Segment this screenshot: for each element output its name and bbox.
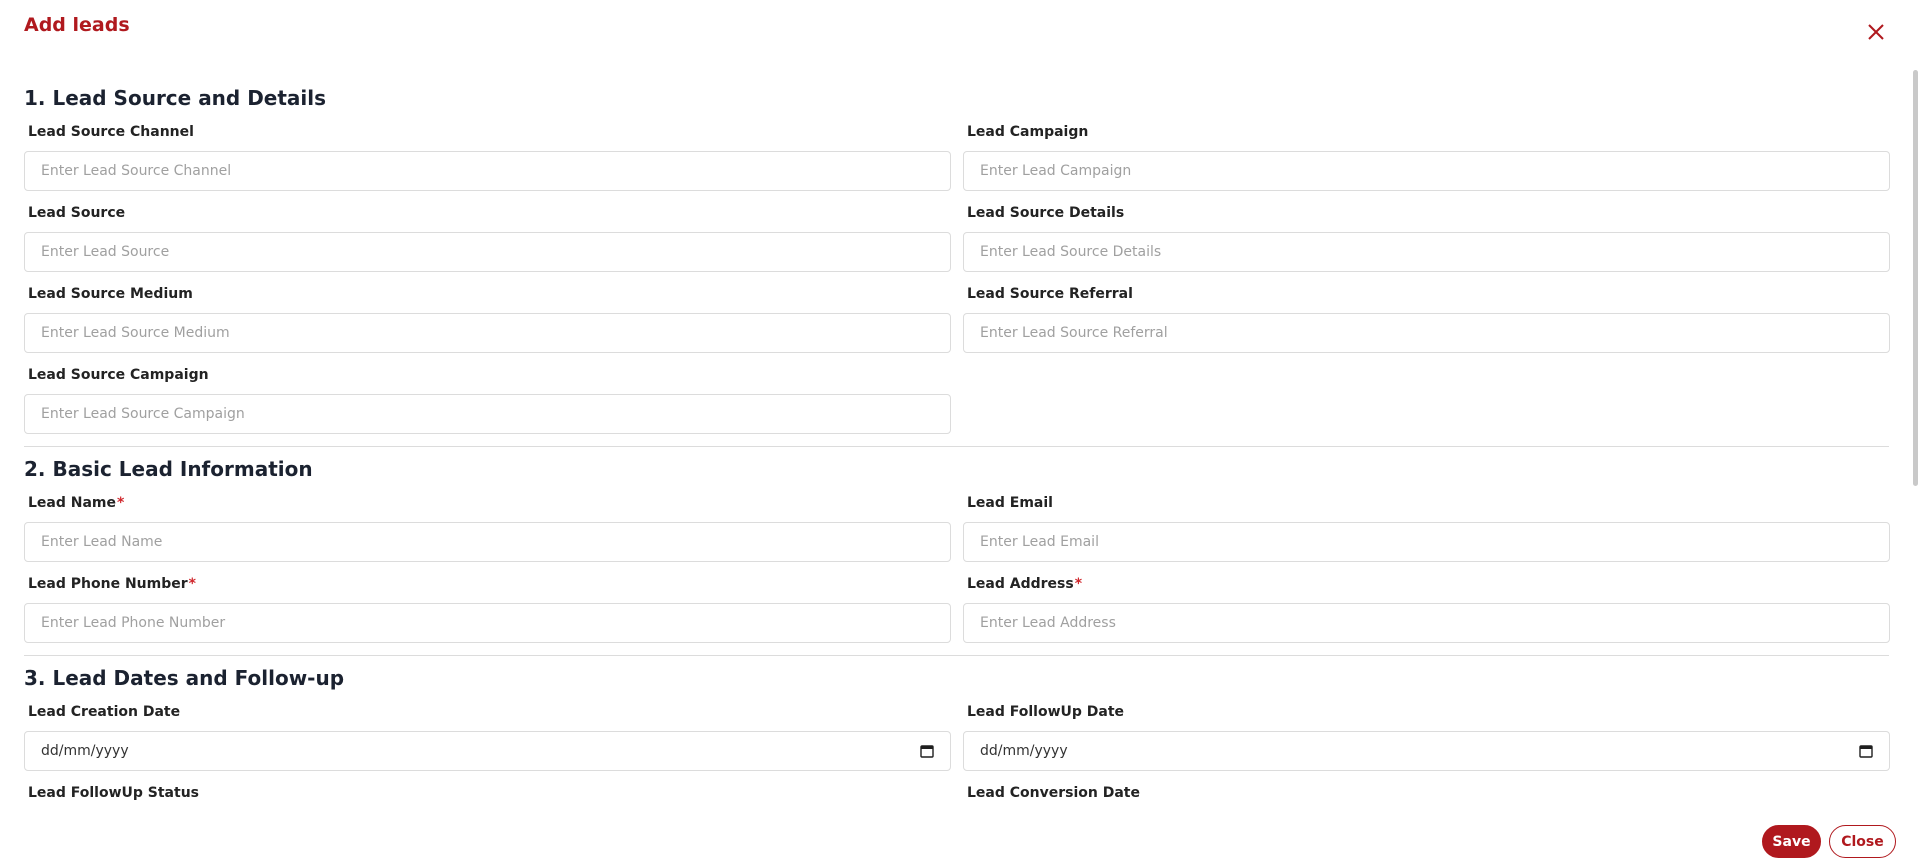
lead-source-input[interactable]: [24, 232, 951, 272]
lead-followup-date-input[interactable]: dd/mm/yyyy: [963, 731, 1890, 771]
save-button[interactable]: Save: [1762, 825, 1821, 858]
label-lead-creation-date: Lead Creation Date: [28, 704, 181, 720]
label-lead-source-medium: Lead Source Medium: [28, 286, 193, 302]
modal-title: Add leads: [24, 14, 130, 36]
label-lead-source: Lead Source: [28, 205, 126, 221]
lead-source-campaign-input[interactable]: [24, 394, 951, 434]
date-format-text: dd/mm/yyyy: [41, 743, 129, 759]
required-marker: *: [1074, 576, 1083, 592]
label-lead-conversion-date: Lead Conversion Date: [967, 785, 1140, 801]
close-button[interactable]: Close: [1829, 825, 1896, 858]
label-lead-name: Lead Name*: [28, 495, 124, 511]
lead-source-medium-input[interactable]: [24, 313, 951, 353]
section-divider: [24, 446, 1889, 447]
label-lead-followup-status: Lead FollowUp Status: [28, 785, 200, 801]
section-title-lead-source: 1. Lead Source and Details: [24, 86, 327, 110]
lead-source-referral-input[interactable]: [963, 313, 1890, 353]
label-lead-source-referral: Lead Source Referral: [967, 286, 1133, 302]
lead-source-channel-input[interactable]: [24, 151, 951, 191]
lead-email-input[interactable]: [963, 522, 1890, 562]
required-marker: *: [117, 495, 125, 511]
label-lead-campaign: Lead Campaign: [967, 124, 1089, 140]
lead-creation-date-input[interactable]: dd/mm/yyyy: [24, 731, 951, 771]
label-lead-followup-date: Lead FollowUp Date: [967, 704, 1125, 720]
label-lead-source-channel: Lead Source Channel: [28, 124, 194, 140]
section-title-dates: 3. Lead Dates and Follow-up: [24, 666, 345, 690]
lead-address-input[interactable]: [963, 603, 1890, 643]
label-lead-source-details: Lead Source Details: [967, 205, 1125, 221]
date-format-text: dd/mm/yyyy: [980, 743, 1068, 759]
required-marker: *: [188, 576, 196, 592]
label-lead-phone: Lead Phone Number*: [28, 576, 196, 592]
lead-phone-label-text: Lead Phone Number: [28, 576, 188, 592]
lead-campaign-input[interactable]: [963, 151, 1890, 191]
label-lead-address: Lead Address*: [967, 576, 1082, 592]
close-icon[interactable]: [1862, 18, 1890, 46]
lead-phone-input[interactable]: [24, 603, 951, 643]
lead-name-label-text: Lead Name: [28, 495, 117, 511]
calendar-icon[interactable]: [920, 744, 934, 758]
lead-name-input[interactable]: [24, 522, 951, 562]
section-divider: [24, 655, 1889, 656]
label-lead-source-campaign: Lead Source Campaign: [28, 367, 209, 383]
scrollbar-thumb[interactable]: [1913, 70, 1918, 486]
section-title-basic-info: 2. Basic Lead Information: [24, 457, 313, 481]
lead-source-details-input[interactable]: [963, 232, 1890, 272]
calendar-icon[interactable]: [1859, 744, 1873, 758]
label-lead-email: Lead Email: [967, 495, 1053, 511]
lead-address-label-text: Lead Address: [967, 576, 1074, 592]
